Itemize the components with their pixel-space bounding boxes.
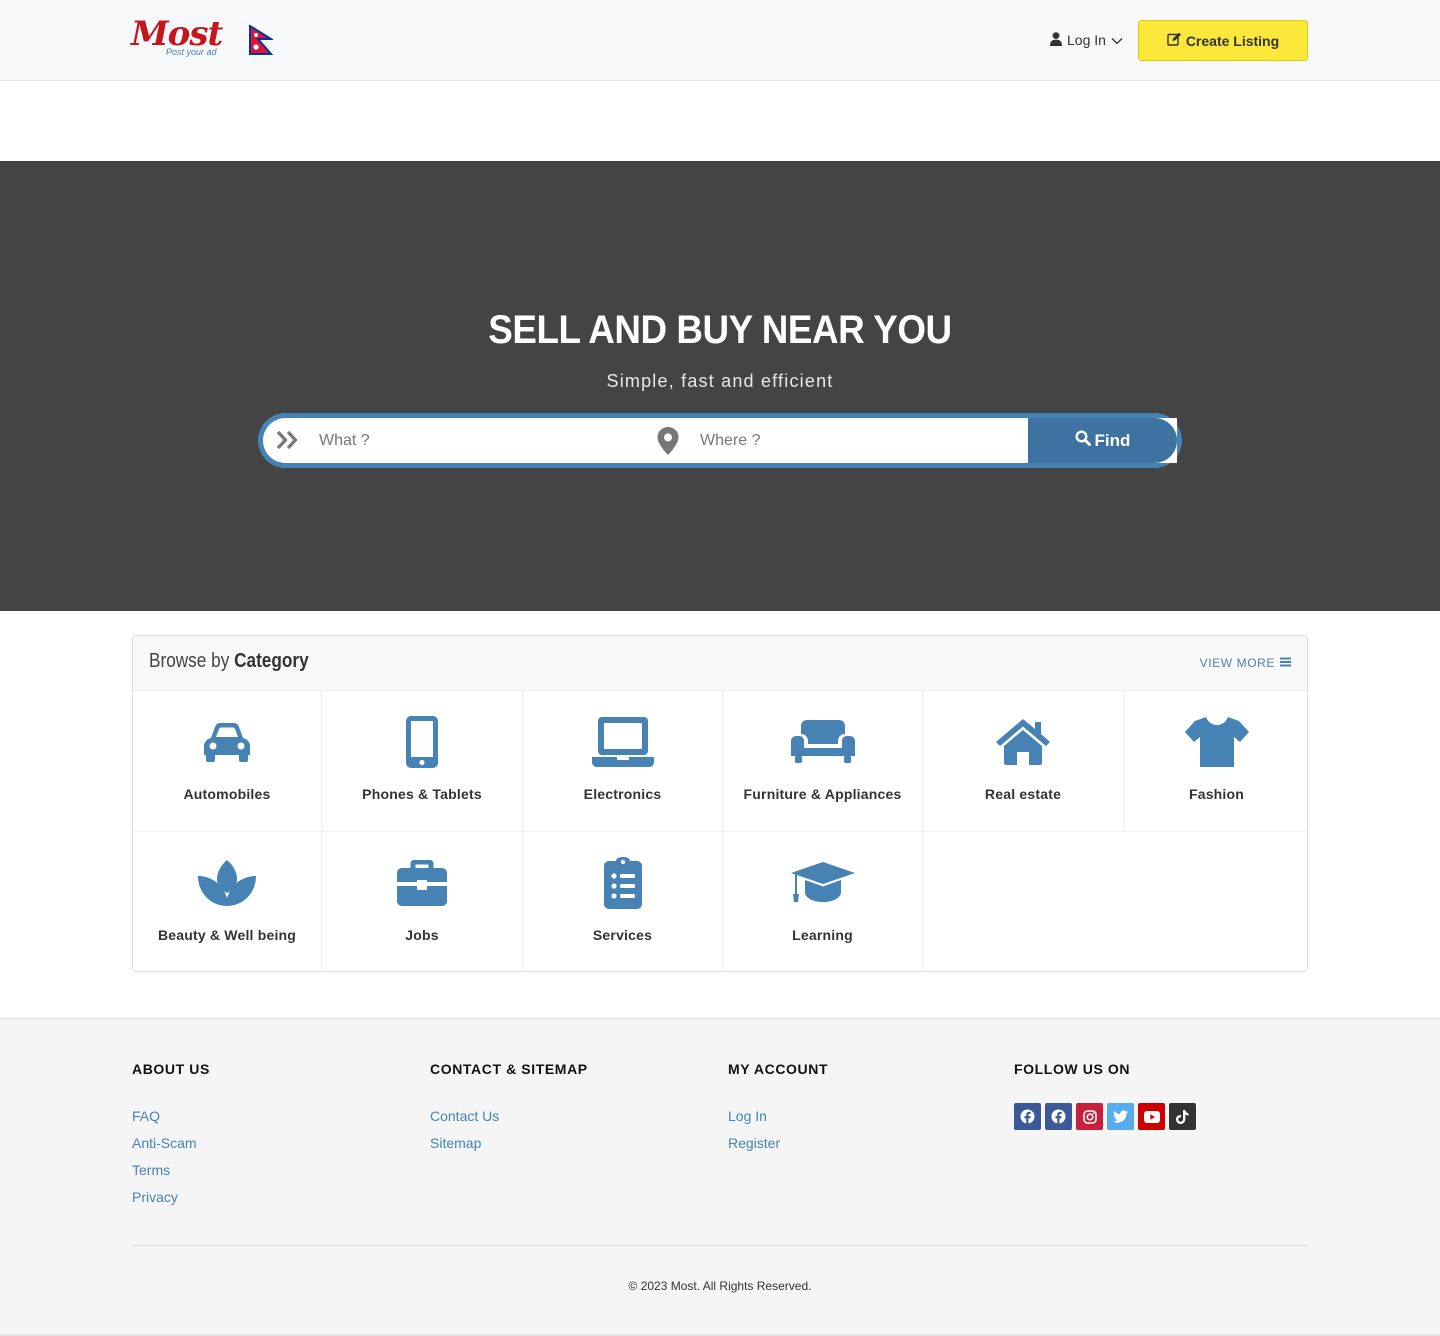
bars-icon	[1280, 656, 1291, 670]
site-logo[interactable]: Most Post your ad	[131, 16, 223, 60]
logo-tagline: Post your ad	[166, 47, 217, 57]
hero-title: SELL AND BUY NEAR YOU	[488, 308, 952, 352]
twitter-icon[interactable]	[1107, 1103, 1134, 1130]
double-chevron-right-icon	[276, 430, 300, 450]
category-label: Electronics	[583, 786, 662, 802]
view-more-link[interactable]: VIEW MORE	[1200, 656, 1291, 670]
footer-about-column: About us FAQ Anti-Scam Terms Privacy	[132, 1061, 210, 1206]
footer-account-column: My Account Log In Register	[728, 1061, 828, 1152]
category-panel: Browse by Category VIEW MORE Automobiles…	[132, 635, 1308, 972]
footer-link-register[interactable]: Register	[728, 1134, 828, 1152]
tiktok-icon[interactable]	[1169, 1103, 1196, 1130]
footer-link-faq[interactable]: FAQ	[132, 1107, 210, 1125]
category-panel-title: Browse by Category	[149, 650, 309, 672]
footer-divider	[132, 1245, 1308, 1246]
spa-lotus-icon	[198, 856, 256, 910]
category-services[interactable]: Services	[523, 832, 723, 971]
category-jobs[interactable]: Jobs	[322, 832, 523, 971]
category-label: Services	[592, 927, 653, 943]
category-fashion[interactable]: Fashion	[1124, 691, 1307, 832]
footer-heading: About us	[132, 1061, 210, 1077]
footer-contact-column: Contact & Sitemap Contact Us Sitemap	[430, 1061, 588, 1152]
create-listing-label: Create Listing	[1185, 32, 1280, 49]
what-field	[263, 418, 648, 463]
laptop-icon	[591, 715, 654, 769]
category-label: Jobs	[405, 927, 439, 943]
mobile-phone-icon	[406, 715, 438, 769]
chevron-down-icon	[1111, 32, 1123, 48]
category-real-estate[interactable]: Real estate	[923, 691, 1124, 832]
category-panel-header: Browse by Category VIEW MORE	[133, 636, 1307, 691]
footer-heading: My Account	[728, 1061, 829, 1077]
footer-link-login[interactable]: Log In	[728, 1107, 828, 1125]
category-learning[interactable]: Learning	[723, 832, 923, 971]
facebook-icon[interactable]	[1014, 1103, 1041, 1130]
category-phones-tablets[interactable]: Phones & Tablets	[322, 691, 523, 832]
hero-section: SELL AND BUY NEAR YOU Simple, fast and e…	[0, 161, 1440, 611]
footer-heading: Contact & Sitemap	[430, 1061, 588, 1077]
footer-link-privacy[interactable]: Privacy	[132, 1188, 210, 1206]
site-header: Most Post your ad Log In Create Listing	[0, 0, 1440, 81]
briefcase-icon	[397, 856, 447, 910]
clipboard-list-icon	[603, 856, 642, 910]
user-icon	[1050, 31, 1062, 49]
site-footer: About us FAQ Anti-Scam Terms Privacy Con…	[0, 1018, 1440, 1336]
social-links	[1014, 1103, 1196, 1130]
couch-icon	[790, 715, 855, 769]
car-icon	[202, 715, 252, 769]
category-furniture-appliances[interactable]: Furniture & Appliances	[723, 691, 923, 832]
category-beauty-wellbeing[interactable]: Beauty & Well being	[133, 832, 322, 971]
where-input[interactable]	[700, 418, 1000, 463]
search-icon	[1075, 430, 1091, 451]
category-label: Beauty & Well being	[157, 927, 297, 943]
find-button[interactable]: Find	[1028, 418, 1177, 463]
category-automobiles[interactable]: Automobiles	[133, 691, 322, 832]
edit-icon	[1167, 32, 1182, 49]
category-label: Automobiles	[183, 786, 271, 802]
copyright-text: © 2023 Most. All Rights Reserved.	[628, 1279, 812, 1293]
footer-link-terms[interactable]: Terms	[132, 1161, 210, 1179]
login-label: Log In	[1067, 32, 1106, 48]
facebook-icon[interactable]	[1045, 1103, 1072, 1130]
category-label: Learning	[792, 927, 853, 943]
instagram-icon[interactable]	[1076, 1103, 1103, 1130]
login-dropdown[interactable]: Log In	[1050, 30, 1123, 50]
category-label: Furniture & Appliances	[743, 786, 902, 802]
footer-heading: Follow us on	[1014, 1061, 1131, 1077]
where-field	[648, 418, 1028, 463]
find-label: Find	[1094, 430, 1131, 450]
footer-link-anti-scam[interactable]: Anti-Scam	[132, 1134, 210, 1152]
create-listing-button[interactable]: Create Listing	[1138, 20, 1308, 61]
what-input[interactable]	[319, 418, 619, 463]
map-marker-icon	[657, 427, 679, 455]
category-electronics[interactable]: Electronics	[523, 691, 723, 832]
category-label: Real estate	[984, 786, 1062, 802]
nepal-flag-icon[interactable]	[249, 24, 275, 55]
footer-link-sitemap[interactable]: Sitemap	[430, 1134, 588, 1152]
graduation-cap-icon	[790, 856, 855, 910]
hero-subtitle: Simple, fast and efficient	[606, 371, 834, 391]
category-label: Phones & Tablets	[362, 786, 482, 802]
footer-link-contact-us[interactable]: Contact Us	[430, 1107, 588, 1125]
footer-follow-column: Follow us on	[1014, 1061, 1196, 1130]
house-icon	[994, 715, 1052, 769]
category-label: Fashion	[1188, 786, 1245, 802]
tshirt-icon	[1184, 715, 1249, 769]
search-bar: Find	[258, 413, 1182, 468]
youtube-icon[interactable]	[1138, 1103, 1165, 1130]
